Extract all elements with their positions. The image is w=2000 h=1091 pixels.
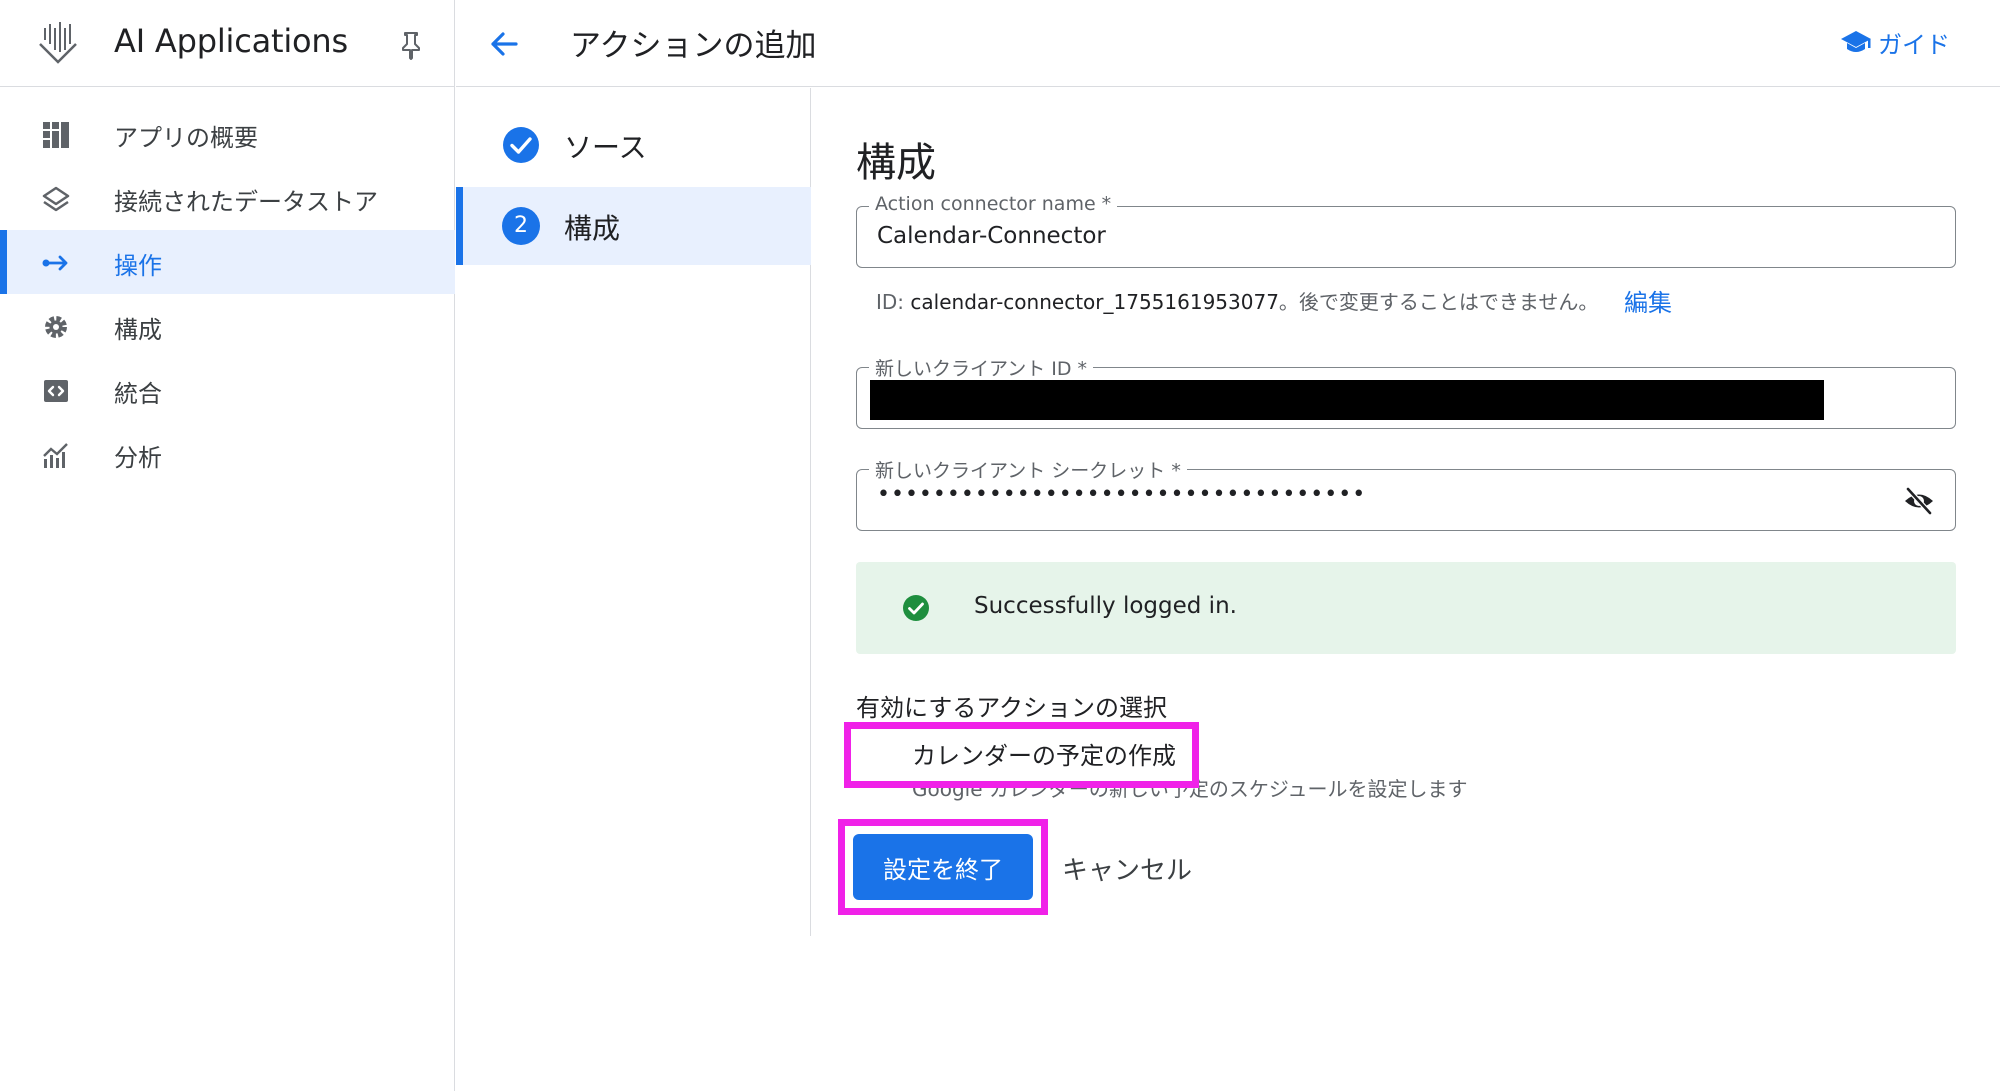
dashboard-icon: [43, 122, 69, 148]
client-secret-value[interactable]: •••••••••••••••••••••••••••••••••••: [877, 482, 1366, 507]
sidebar-item-configuration[interactable]: 構成: [0, 294, 455, 358]
cancel-button[interactable]: キャンセル: [1056, 846, 1198, 890]
edit-id-link[interactable]: 編集: [1624, 283, 1672, 318]
sidebar-item-analytics[interactable]: 分析: [0, 422, 455, 486]
sidebar-item-label: 分析: [114, 444, 162, 472]
redacted-client-id: [870, 380, 1824, 420]
page-title: アクションの追加: [570, 28, 817, 64]
actions-arrow-icon: [42, 255, 68, 271]
connector-id-value: calendar-connector_1755161953077: [910, 290, 1279, 314]
step-source[interactable]: ソース: [456, 106, 811, 184]
sidebar-item-label: 統合: [114, 380, 162, 408]
code-icon: [44, 380, 68, 402]
connector-name-field[interactable]: Action connector name * Calendar-Connect…: [856, 193, 1956, 268]
visibility-off-icon[interactable]: [1903, 486, 1935, 516]
section-title: 構成: [856, 140, 936, 186]
left-navigation: AI Applications アプリの概要 接続されたデータストア 操作 構成…: [0, 0, 455, 1091]
sidebar-item-label: 構成: [114, 316, 162, 344]
sidebar-item-label: 操作: [114, 252, 162, 280]
sidebar-item-integration[interactable]: 統合: [0, 358, 455, 422]
step-label: ソース: [564, 131, 647, 164]
client-secret-field[interactable]: 新しいクライアント シークレット * •••••••••••••••••••••…: [856, 456, 1956, 531]
connector-name-value[interactable]: Calendar-Connector: [877, 223, 1106, 249]
sidebar-item-app-overview[interactable]: アプリの概要: [0, 102, 455, 166]
pin-icon[interactable]: [398, 30, 424, 60]
sidebar-item-label: アプリの概要: [114, 124, 258, 152]
check-circle-icon: [503, 127, 539, 163]
actions-section-title: 有効にするアクションの選択: [856, 694, 1168, 722]
stepper: ソース 2 構成: [456, 88, 811, 936]
client-id-label: 新しいクライアント ID *: [869, 354, 1094, 381]
gear-icon: [45, 316, 67, 338]
nav-list: アプリの概要 接続されたデータストア 操作 構成 統合 分析: [0, 102, 455, 486]
check-circle-green-icon: [903, 595, 929, 621]
guide-label: ガイド: [1878, 30, 1950, 59]
brand-bar: AI Applications: [0, 0, 455, 87]
app-title: AI Applications: [114, 22, 348, 60]
page-header: アクションの追加 ガイド: [456, 0, 2000, 87]
arrow-back-icon[interactable]: [486, 26, 522, 62]
step-label: 構成: [564, 212, 621, 245]
highlight-box-checkbox: [844, 722, 1199, 788]
step-configuration[interactable]: 2 構成: [456, 187, 811, 265]
connector-id-hint: ID: calendar-connector_1755161953077。後で変…: [876, 290, 1599, 314]
school-icon: [1841, 31, 1871, 52]
connector-name-label: Action connector name *: [869, 193, 1118, 215]
guide-link[interactable]: ガイド: [1840, 24, 1950, 60]
step-number-badge: 2: [502, 207, 540, 245]
layers-icon: [42, 186, 70, 212]
sidebar-item-connected-datastores[interactable]: 接続されたデータストア: [0, 166, 455, 230]
highlight-box-finish-button: [838, 819, 1048, 915]
analytics-icon: [43, 443, 68, 468]
success-message: Successfully logged in.: [974, 593, 1237, 619]
client-secret-label: 新しいクライアント シークレット *: [869, 456, 1187, 483]
ai-applications-logo: [39, 22, 77, 64]
login-success-banner: Successfully logged in.: [856, 562, 1956, 654]
client-id-field[interactable]: 新しいクライアント ID *: [856, 354, 1956, 429]
sidebar-item-actions[interactable]: 操作: [0, 230, 455, 294]
sidebar-item-label: 接続されたデータストア: [114, 188, 378, 216]
